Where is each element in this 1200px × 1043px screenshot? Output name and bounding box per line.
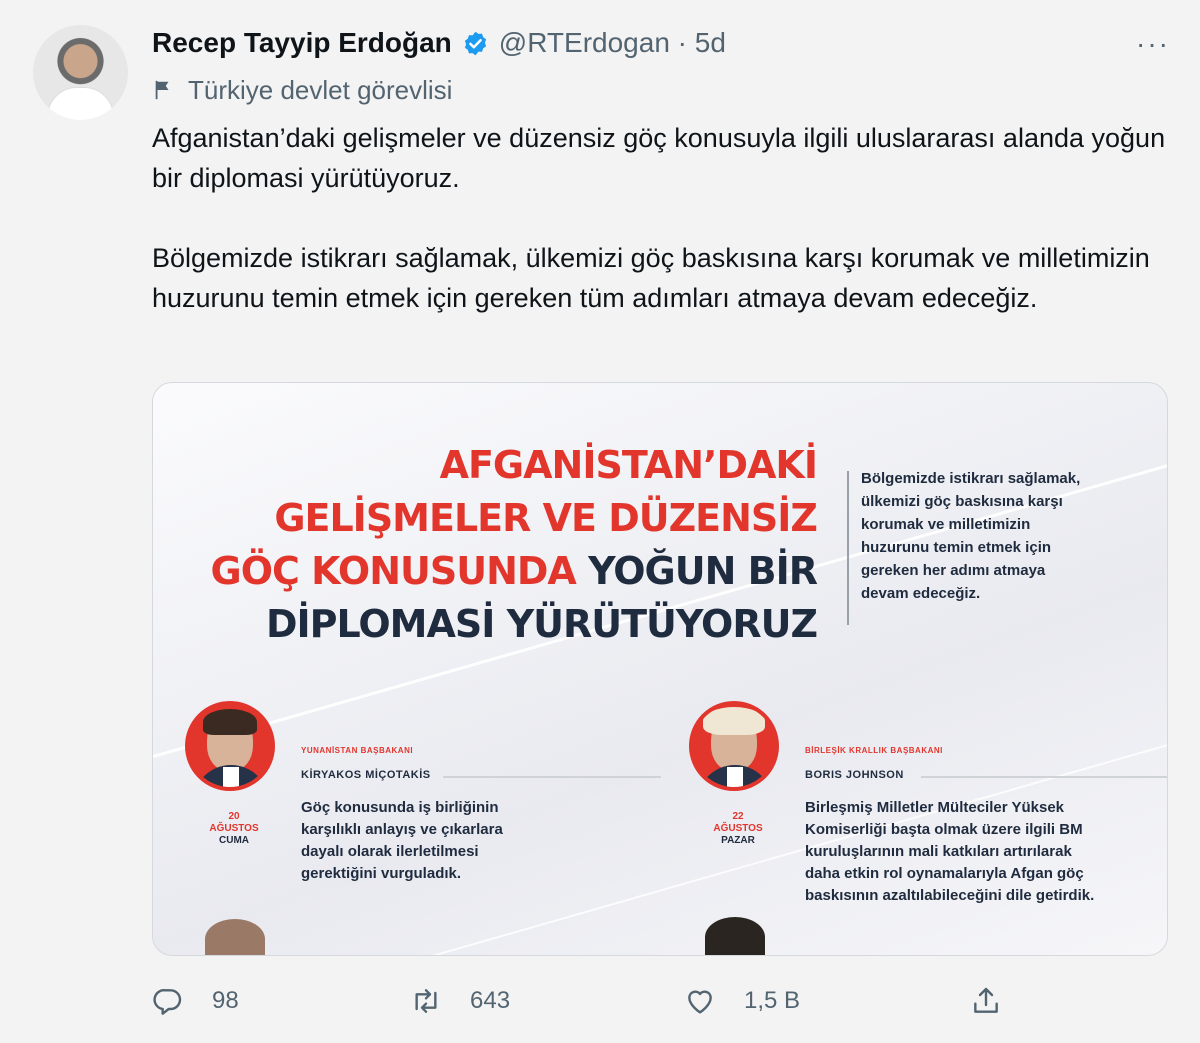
share-button[interactable]: [970, 978, 1002, 1024]
author-avatar[interactable]: [33, 25, 128, 120]
share-icon: [974, 987, 998, 1013]
like-count: 1,5 B: [744, 987, 801, 1014]
quote-divider: [847, 471, 849, 625]
headline-line-2: GELİŞMELER VE DÜZENSİZ: [274, 496, 818, 540]
tweet-paragraph-2: Bölgemizde istikrarı sağlamak, ülkemizi …: [152, 243, 1150, 313]
card-2-name: BORIS JOHNSON: [805, 769, 904, 781]
flag-icon: [155, 80, 169, 100]
card-2-date-month: AĞUSTOS: [713, 823, 763, 834]
card-1-date-weekday: CUMA: [219, 835, 249, 846]
portrait-johnson: [689, 701, 779, 791]
card-2-date: 22 AĞUSTOS PAZAR: [703, 811, 773, 847]
account-label[interactable]: Türkiye devlet görevlisi: [152, 72, 452, 108]
author-name[interactable]: Recep Tayyip Erdoğan: [152, 27, 452, 59]
headline-line-1: AFGANİSTAN’DAKİ: [439, 443, 818, 487]
tweet-header: Recep Tayyip Erdoğan @RTErdogan · 5d: [152, 24, 726, 62]
headline-line-3-navy: YOĞUN BİR: [588, 549, 818, 593]
account-label-text: Türkiye devlet görevlisi: [188, 74, 453, 105]
retweet-button[interactable]: 643: [410, 978, 510, 1024]
card-1-date-month: AĞUSTOS: [209, 823, 259, 834]
card-2-date-weekday: PAZAR: [721, 835, 755, 846]
portrait-partial: [705, 917, 765, 955]
headline-line-3: GÖÇ KONUSUNDA YOĞUN BİR: [173, 545, 818, 598]
card-1-date-day: 20: [228, 811, 240, 822]
portrait-mitsotakis: [185, 701, 275, 791]
like-button[interactable]: 1,5 B: [684, 978, 800, 1024]
reply-count: 98: [212, 987, 239, 1014]
card-2-role: BİRLEŞİK KRALLIK BAŞBAKANI: [805, 746, 943, 755]
author-handle-time[interactable]: @RTErdogan · 5d: [499, 27, 726, 59]
card-2-text: Birleşmiş Milletler Mülteciler Yüksek Ko…: [805, 799, 1095, 904]
portrait-hair: [203, 709, 257, 735]
headline-line-4: DİPLOMASİ YÜRÜTÜYORUZ: [265, 602, 818, 646]
card-1-rule: [443, 776, 661, 778]
portrait-collar: [727, 767, 743, 787]
card-1-name: KİRYAKOS MİÇOTAKİS: [301, 769, 431, 781]
portrait-hair: [703, 707, 765, 735]
portrait-partial: [205, 919, 265, 955]
reply-icon: [153, 989, 182, 1015]
verified-badge-icon: [464, 31, 486, 55]
like-icon: [688, 990, 712, 1014]
reply-button[interactable]: 98: [152, 978, 239, 1024]
image-headline: AFGANİSTAN’DAKİ GELİŞMELER VE DÜZENSİZ G…: [173, 439, 818, 651]
card-1-date: 20 AĞUSTOS CUMA: [199, 811, 269, 847]
card-1-role: YUNANİSTAN BAŞBAKANI: [301, 746, 414, 755]
avatar-shirt: [47, 87, 114, 120]
headline-line-3-red: GÖÇ KONUSUNDA: [210, 549, 589, 593]
tweet-actions: 98 643 1,5 B: [152, 978, 1012, 1024]
retweet-icon: [415, 989, 437, 1013]
side-quote: Bölgemizde istikrarı sağlamak, ülkemizi …: [861, 470, 1081, 602]
tweet-text: Afganistan’daki gelişmeler ve düzensiz g…: [152, 118, 1172, 318]
retweet-count: 643: [470, 987, 511, 1014]
more-icon[interactable]: ···: [1136, 28, 1170, 60]
tweet-image[interactable]: AFGANİSTAN’DAKİ GELİŞMELER VE DÜZENSİZ G…: [152, 382, 1168, 956]
card-1-text: Göç konusunda iş birliğinin karşılıklı a…: [301, 799, 503, 882]
tweet-paragraph-1: Afganistan’daki gelişmeler ve düzensiz g…: [152, 123, 1166, 193]
card-2-date-day: 22: [732, 811, 744, 822]
card-2-rule: [921, 776, 1167, 778]
portrait-collar: [223, 767, 239, 787]
